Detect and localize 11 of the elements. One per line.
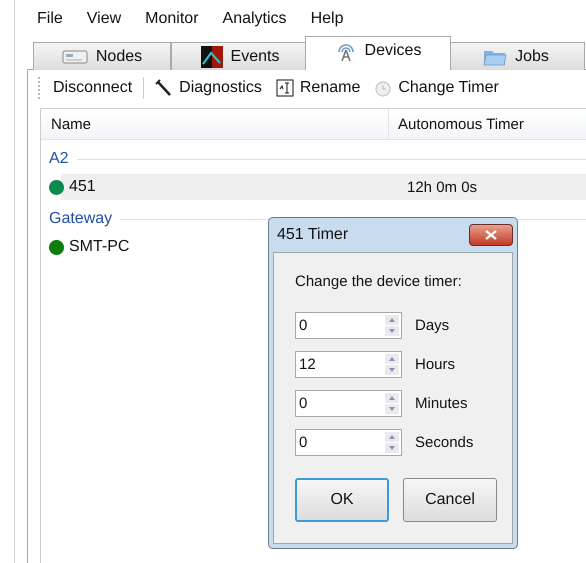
device-name: 451 xyxy=(69,178,97,196)
prompt-text: Change the device timer: xyxy=(295,273,463,290)
field-label: Days xyxy=(415,317,450,334)
dialog-title: 451 Timer xyxy=(277,226,348,244)
device-name: SMT-PC xyxy=(69,238,130,256)
field-label: Seconds xyxy=(415,434,474,451)
field-label: Hours xyxy=(415,356,456,373)
field-label: Minutes xyxy=(415,395,468,412)
timer-cell-text: 12h 0m 0s xyxy=(406,178,478,196)
group-header: Gateway xyxy=(49,210,114,228)
group-header: A2 xyxy=(49,150,70,168)
